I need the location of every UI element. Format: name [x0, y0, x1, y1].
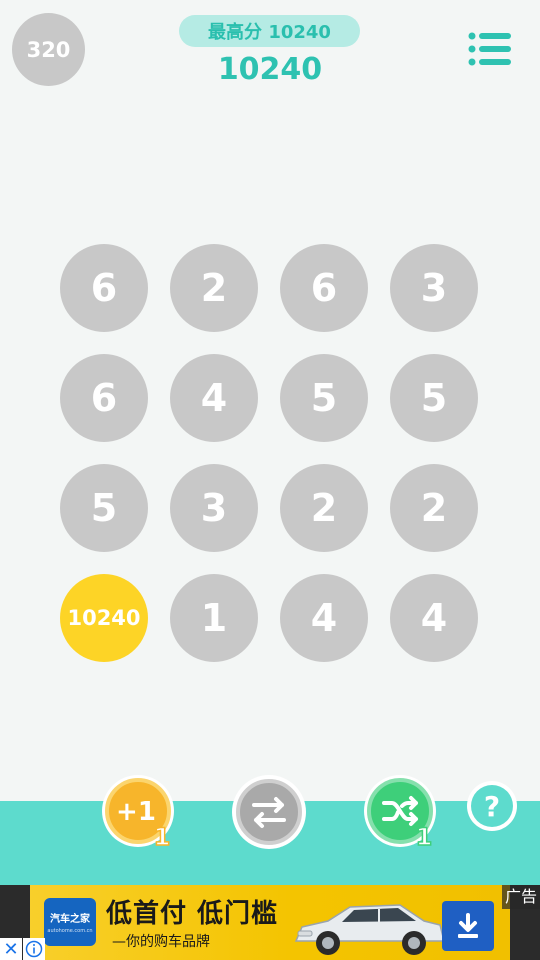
ad-tag: 广告	[502, 885, 540, 909]
plus-one-button[interactable]: +1 1	[100, 773, 176, 849]
ad-download-button[interactable]	[442, 901, 494, 951]
help-label: ?	[484, 790, 500, 823]
car-image	[294, 904, 445, 955]
tile[interactable]: 4	[390, 574, 478, 662]
best-score-pill: 最高分 10240	[179, 15, 360, 47]
help-icon: ?	[467, 781, 517, 831]
menu-button[interactable]	[468, 32, 512, 66]
shuffle-icon: 1	[364, 775, 436, 849]
ad-subline: —你的购车品牌	[112, 934, 210, 950]
swap-arrows-icon	[232, 775, 306, 849]
swap-button[interactable]	[230, 773, 308, 851]
tile[interactable]: 2	[390, 464, 478, 552]
download-icon	[458, 913, 478, 938]
info-icon	[25, 940, 43, 958]
tile[interactable]: 5	[60, 464, 148, 552]
ad-close-icon[interactable]: ✕	[0, 938, 22, 960]
ad-logo-url: autohome.com.cn	[47, 928, 93, 934]
tile[interactable]: 1	[170, 574, 258, 662]
ad-headline: 低首付 低门槛	[106, 899, 279, 929]
help-button[interactable]: ?	[466, 780, 518, 832]
tile[interactable]: 5	[280, 354, 368, 442]
ad-brand-logo: 汽车之家 autohome.com.cn	[44, 898, 96, 946]
game-board: 6 2 6 3 6 4 5 5 5 3 2 2 10240 1 4 4	[60, 244, 480, 662]
plus-one-count: 1	[154, 823, 171, 849]
tile[interactable]: 5	[390, 354, 478, 442]
tile[interactable]: 3	[390, 244, 478, 332]
ad-info-button[interactable]	[23, 938, 45, 960]
shuffle-button[interactable]: 1	[362, 773, 438, 849]
tile[interactable]: 6	[60, 354, 148, 442]
ad-creative[interactable]: 汽车之家 autohome.com.cn 低首付 低门槛 —你的购车品牌	[30, 885, 510, 960]
tile[interactable]: 2	[170, 244, 258, 332]
tile[interactable]: 4	[170, 354, 258, 442]
tile[interactable]: 6	[280, 244, 368, 332]
tile[interactable]: 2	[280, 464, 368, 552]
ad-logo-text: 汽车之家	[50, 914, 90, 925]
level-badge: 320	[12, 13, 85, 86]
shuffle-count: 1	[416, 823, 433, 849]
tile[interactable]: 6	[60, 244, 148, 332]
list-menu-icon	[468, 32, 511, 66]
tile[interactable]: 3	[170, 464, 258, 552]
tile-highlight[interactable]: 10240	[60, 574, 148, 662]
plus-one-icon: +1 1	[102, 775, 174, 849]
tile[interactable]: 4	[280, 574, 368, 662]
plus-one-label: +1	[116, 797, 156, 827]
current-score: 10240	[217, 52, 323, 87]
ad-banner[interactable]: 汽车之家 autohome.com.cn 低首付 低门槛 —你的购车品牌 广告 …	[0, 885, 540, 960]
